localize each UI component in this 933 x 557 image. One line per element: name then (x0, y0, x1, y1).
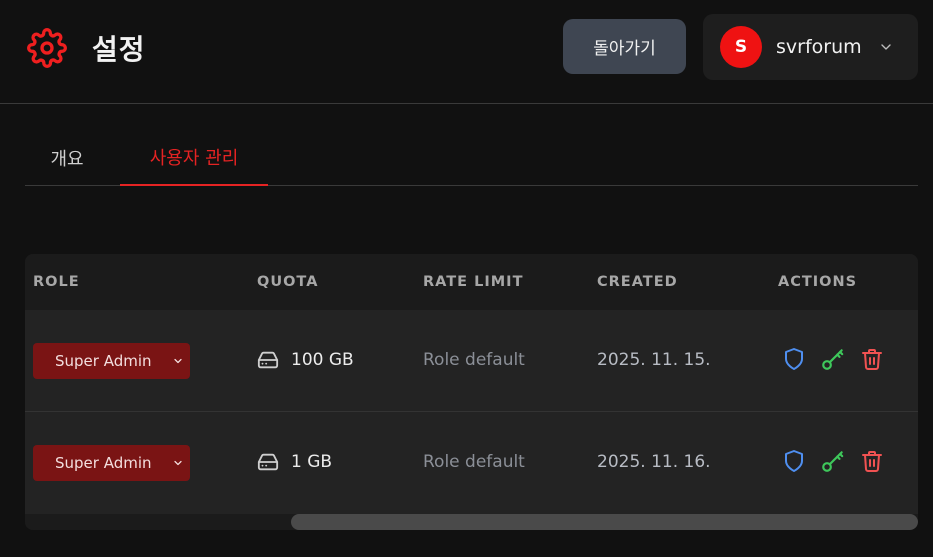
key-icon (822, 349, 844, 370)
shield-icon (785, 348, 803, 370)
horizontal-scrollbar[interactable] (25, 514, 918, 530)
table-row: Super Admin 1 GB Role default 2025. 11. … (25, 412, 918, 514)
rate-limit-value: Role default (423, 452, 525, 472)
users-table: ROLE QUOTA RATE LIMIT CREATED ACTIONS Su… (25, 254, 918, 530)
tab-user-management[interactable]: 사용자 관리 (120, 130, 268, 186)
role-select-value: Super Admin (55, 454, 152, 472)
column-header-role: ROLE (33, 274, 80, 290)
delete-button[interactable] (859, 346, 885, 372)
delete-button[interactable] (859, 448, 885, 474)
column-header-actions: ACTIONS (778, 274, 858, 290)
quota-value: 1 GB (291, 452, 333, 472)
trash-icon (862, 451, 882, 472)
chevron-down-icon (174, 460, 182, 466)
back-button[interactable]: 돌아가기 (563, 19, 686, 74)
permissions-button[interactable] (781, 448, 807, 474)
tab-bar: 개요 사용자 관리 (25, 130, 918, 186)
created-date: 2025. 11. 15. (597, 350, 711, 370)
hard-drive-icon (257, 453, 279, 471)
username: svrforum (776, 36, 862, 58)
chevron-down-icon (174, 358, 182, 364)
tab-overview[interactable]: 개요 (25, 130, 109, 186)
table-row: Super Admin 100 GB Role default 2025. 11… (25, 310, 918, 412)
created-date: 2025. 11. 16. (597, 452, 711, 472)
header: 설정 돌아가기 S svrforum (0, 0, 933, 104)
title-area: 설정 (27, 28, 146, 68)
scrollbar-thumb[interactable] (291, 514, 918, 530)
column-header-quota: QUOTA (257, 274, 319, 290)
column-header-created: CREATED (597, 274, 678, 290)
reset-key-button[interactable] (820, 448, 846, 474)
quota-cell: 100 GB (257, 349, 354, 371)
reset-key-button[interactable] (820, 346, 846, 372)
role-select-value: Super Admin (55, 352, 152, 370)
row-actions (781, 448, 898, 474)
quota-value: 100 GB (291, 350, 354, 370)
trash-icon (862, 349, 882, 370)
page-title: 설정 (92, 33, 146, 66)
avatar: S (720, 26, 762, 68)
permissions-button[interactable] (781, 346, 807, 372)
gear-icon (27, 28, 67, 68)
hard-drive-icon (257, 351, 279, 369)
key-icon (822, 451, 844, 472)
user-menu[interactable]: S svrforum (703, 14, 918, 80)
table-header: ROLE QUOTA RATE LIMIT CREATED ACTIONS (25, 254, 918, 310)
quota-cell: 1 GB (257, 451, 332, 473)
shield-icon (785, 450, 803, 472)
role-select[interactable]: Super Admin (33, 445, 190, 481)
rate-limit-value: Role default (423, 350, 525, 370)
row-actions (781, 346, 898, 372)
column-header-rate-limit: RATE LIMIT (423, 274, 524, 290)
chevron-down-icon (880, 44, 891, 50)
role-select[interactable]: Super Admin (33, 343, 190, 379)
